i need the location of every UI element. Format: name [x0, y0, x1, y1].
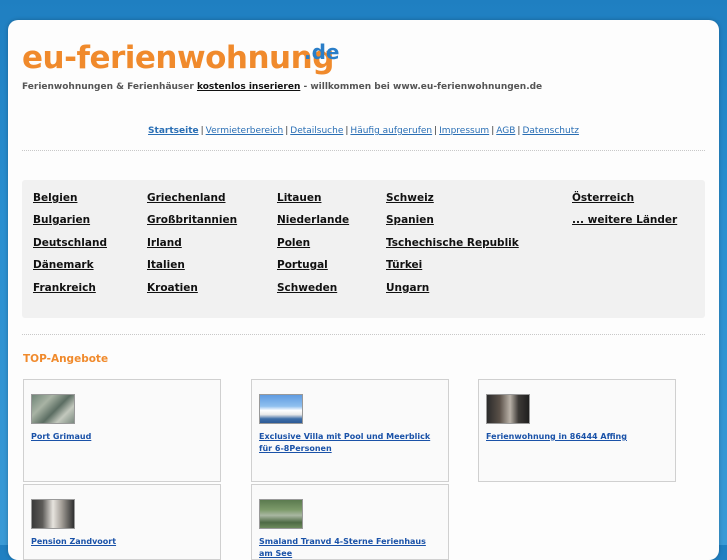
- logo-main-text: eu-ferienwohnung: [22, 40, 334, 76]
- top-offers-heading: TOP-Angebote: [23, 353, 109, 365]
- country-link-tschechische-republik[interactable]: Tschechische Republik: [386, 237, 519, 249]
- tagline-part2: - willkommen bei www.eu-ferienwohnungen.…: [300, 82, 543, 92]
- country-link-tuerkei[interactable]: Türkei: [386, 259, 422, 271]
- country-link-polen[interactable]: Polen: [277, 237, 310, 249]
- tagline-insert-link[interactable]: kostenlos inserieren: [197, 82, 300, 92]
- offer-card[interactable]: Exclusive Villa mit Pool und Meerblick f…: [251, 379, 449, 482]
- country-link-deutschland[interactable]: Deutschland: [33, 237, 107, 249]
- nav-datenschutz[interactable]: Datenschutz: [522, 126, 579, 136]
- offer-title-link[interactable]: Port Grimaud: [31, 431, 209, 443]
- divider: [22, 150, 705, 151]
- more-countries-link[interactable]: ... weitere Länder: [572, 214, 677, 226]
- nav-impressum[interactable]: Impressum: [439, 126, 489, 136]
- country-link-litauen[interactable]: Litauen: [277, 192, 321, 204]
- nav-vermieterbereich[interactable]: Vermieterbereich: [206, 126, 284, 136]
- page-container: eu-ferienwohnung .de Ferienwohnungen & F…: [8, 20, 719, 560]
- offer-thumbnail[interactable]: [486, 394, 530, 424]
- country-link-daenemark[interactable]: Dänemark: [33, 259, 94, 271]
- offer-thumbnail[interactable]: [259, 499, 303, 529]
- offer-title-link[interactable]: Exclusive Villa mit Pool und Meerblick f…: [259, 431, 437, 455]
- offer-card[interactable]: Smaland Tranvd 4-Sterne Ferienhaus am Se…: [251, 484, 449, 560]
- offer-thumbnail[interactable]: [259, 394, 303, 424]
- nav-detailsuche[interactable]: Detailsuche: [290, 126, 343, 136]
- nav-haeufig-aufgerufen[interactable]: Häufig aufgerufen: [350, 126, 432, 136]
- offer-title-link[interactable]: Ferienwohnung in 86444 Affing: [486, 431, 664, 443]
- logo-tld-text: .de: [304, 40, 340, 64]
- tagline: Ferienwohnungen & Ferienhäuser kostenlos…: [22, 82, 542, 92]
- nav-agb[interactable]: AGB: [496, 126, 515, 136]
- offer-card[interactable]: Ferienwohnung in 86444 Affing: [478, 379, 676, 482]
- country-link-grossbritannien[interactable]: Großbritannien: [147, 214, 237, 226]
- country-link-frankreich[interactable]: Frankreich: [33, 282, 96, 294]
- country-link-portugal[interactable]: Portugal: [277, 259, 328, 271]
- country-link-belgien[interactable]: Belgien: [33, 192, 77, 204]
- offer-title-link[interactable]: Smaland Tranvd 4-Sterne Ferienhaus am Se…: [259, 536, 437, 560]
- country-link-spanien[interactable]: Spanien: [386, 214, 434, 226]
- offer-title-link[interactable]: Pension Zandvoort: [31, 536, 209, 548]
- main-nav: Startseite | Vermieterbereich | Detailsuche |…: [8, 126, 719, 136]
- country-list: Belgien Bulgarien Deutschland Dänemark F…: [22, 180, 705, 318]
- tagline-part1: Ferienwohnungen & Ferienhäuser: [22, 82, 197, 92]
- country-link-oesterreich[interactable]: Österreich: [572, 192, 634, 204]
- nav-separator: |: [200, 126, 204, 136]
- divider: [22, 334, 705, 335]
- offer-card[interactable]: Port Grimaud: [23, 379, 221, 482]
- country-link-italien[interactable]: Italien: [147, 259, 185, 271]
- country-link-griechenland[interactable]: Griechenland: [147, 192, 226, 204]
- nav-startseite[interactable]: Startseite: [148, 126, 199, 136]
- country-link-irland[interactable]: Irland: [147, 237, 182, 249]
- offer-card[interactable]: Pension Zandvoort: [23, 484, 221, 560]
- country-link-kroatien[interactable]: Kroatien: [147, 282, 198, 294]
- country-link-schweden[interactable]: Schweden: [277, 282, 337, 294]
- country-link-ungarn[interactable]: Ungarn: [386, 282, 429, 294]
- country-link-schweiz[interactable]: Schweiz: [386, 192, 434, 204]
- offer-thumbnail[interactable]: [31, 499, 75, 529]
- country-link-bulgarien[interactable]: Bulgarien: [33, 214, 90, 226]
- offer-thumbnail[interactable]: [31, 394, 75, 424]
- country-link-niederlande[interactable]: Niederlande: [277, 214, 349, 226]
